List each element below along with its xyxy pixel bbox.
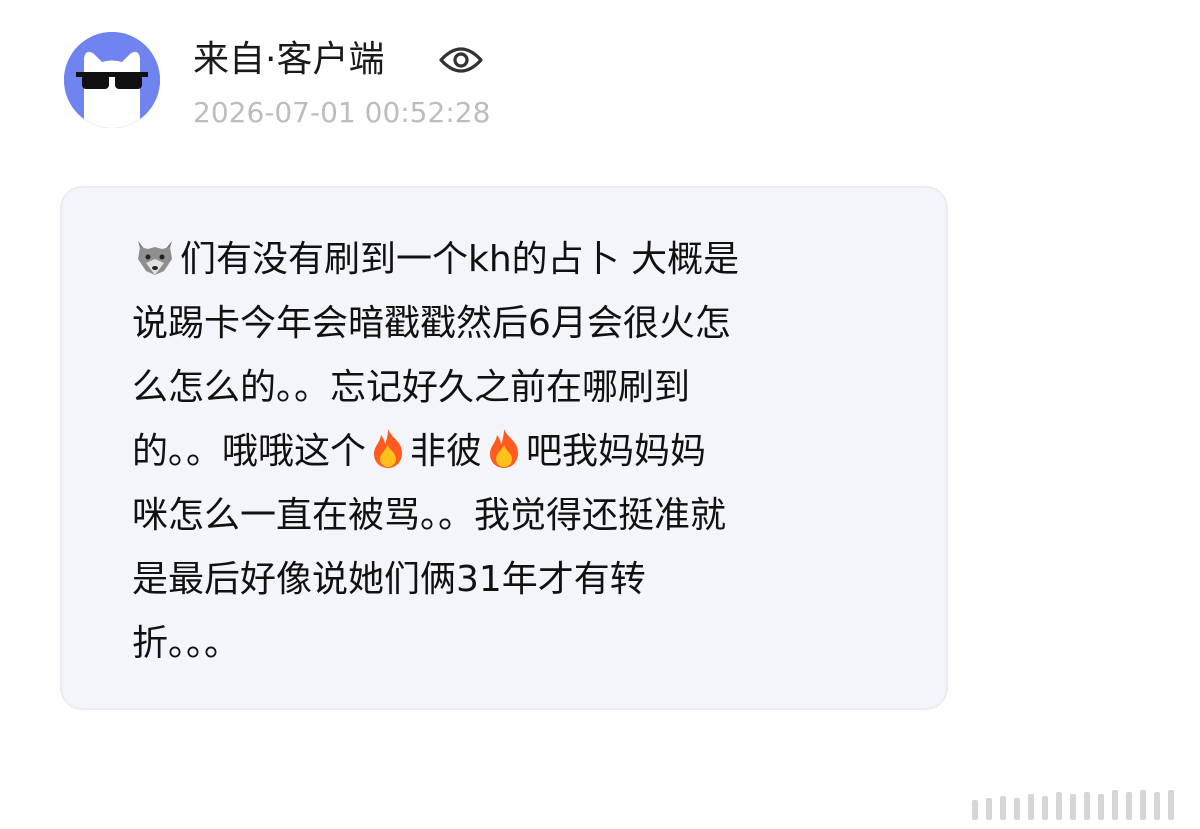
message-text: 们有没有刷到一个kh的占卜 大概是 说踢卡今年会暗戳戳然后6月会很火怎 么怎么的… — [132, 228, 872, 676]
message-line: 的。。哦哦这个 非彼 吧我妈妈妈 — [132, 420, 872, 484]
message-line: 咪怎么一直在被骂。。我觉得还挺准就 — [132, 495, 727, 536]
message-line-text: 非彼 — [410, 431, 483, 472]
fire-emoji-icon — [366, 426, 410, 490]
post-card: 来自·客户端 2026-07-01 00:52:28 们有没有刷到一个kh的占卜… — [0, 0, 1200, 829]
message-line: 么怎么的。。忘记好久之前在哪刷到 — [132, 367, 691, 408]
message-line-text: 的。。哦哦这个 — [132, 431, 367, 472]
user-avatar[interactable] — [64, 32, 160, 128]
message-line-text: 吧我妈妈妈 — [526, 431, 707, 472]
message-line-text: 们有没有刷到一个kh的占卜 大概是 — [180, 239, 740, 280]
fire-emoji-icon — [482, 426, 526, 490]
message-line: 说踢卡今年会暗戳戳然后6月会很火怎 — [132, 303, 731, 344]
wolf-emoji-icon — [132, 234, 178, 298]
message-line: 们有没有刷到一个kh的占卜 大概是 — [132, 228, 872, 292]
watermark-barcode — [972, 788, 1192, 822]
message-line: 折。。。 — [132, 623, 241, 664]
author-name[interactable]: 来自·客户端 — [193, 38, 384, 82]
eye-icon[interactable] — [438, 40, 484, 80]
sunglasses-cat-icon — [64, 32, 160, 128]
post-timestamp: 2026-07-01 00:52:28 — [193, 96, 491, 129]
message-line: 是最后好像说她们俩31年才有转 — [132, 559, 646, 600]
